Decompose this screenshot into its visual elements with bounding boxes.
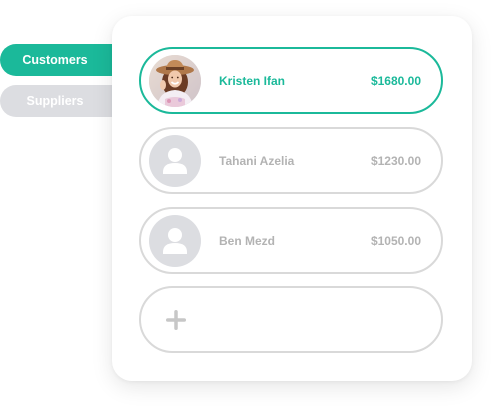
contact-row-kristen-ifan[interactable]: Kristen Ifan $1680.00: [139, 47, 443, 114]
tab-suppliers[interactable]: Suppliers: [0, 85, 122, 117]
contact-amount: $1230.00: [370, 153, 421, 168]
avatar-photo: [149, 54, 201, 107]
contact-name: Kristen Ifan: [219, 73, 286, 88]
contact-amount: $1680.00: [370, 73, 421, 88]
contacts-card: Kristen Ifan $1680.00 Tahani Azelia $123…: [112, 16, 472, 381]
tab-customers[interactable]: Customers: [0, 44, 122, 76]
user-placeholder-icon: [149, 134, 201, 187]
contact-row-ben-mezd[interactable]: Ben Mezd $1050.00: [139, 207, 443, 274]
contact-row-tahani-azelia[interactable]: Tahani Azelia $1230.00: [139, 127, 443, 194]
contacts-widget: Customers Suppliers Kristen Ifan $1680.0…: [0, 0, 498, 408]
contact-name: Tahani Azelia: [219, 153, 295, 168]
user-placeholder-icon: [149, 214, 201, 267]
contact-amount: $1050.00: [370, 233, 421, 248]
add-contact-button[interactable]: [139, 286, 443, 353]
contact-name: Ben Mezd: [219, 233, 276, 248]
plus-icon: [166, 309, 186, 330]
